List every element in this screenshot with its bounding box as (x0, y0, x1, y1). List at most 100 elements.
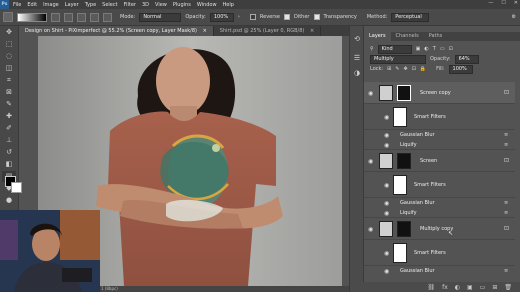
eraser-tool-icon[interactable]: ◧ (2, 159, 16, 170)
adjustment-layer-icon[interactable]: ◐ (455, 284, 460, 291)
layer-screen-copy[interactable]: ◉ Screen copy ⊡ (364, 82, 515, 104)
layer-multiply-copy[interactable]: ◉ Multiply copy ↖ ⊡ (364, 218, 515, 240)
filter-options-icon[interactable]: ≡ (504, 200, 508, 206)
menu-window[interactable]: Window (197, 2, 217, 8)
visibility-eye-icon[interactable]: ◉ (384, 210, 389, 217)
tab-design-on-shirt[interactable]: Design on Shirt - PiXimperfect @ 55.2% (… (19, 26, 214, 36)
dither-checkbox[interactable] (283, 14, 290, 20)
dodge-tool-icon[interactable]: ● (2, 195, 16, 206)
eyedropper-tool-icon[interactable]: ✎ (2, 99, 16, 110)
gradient-picker[interactable] (17, 12, 47, 22)
visibility-eye-icon[interactable]: ◉ (368, 90, 373, 97)
smart-filters-row[interactable]: ◉ Smart Filters (364, 240, 515, 266)
menu-view[interactable]: View (155, 2, 167, 8)
menu-edit[interactable]: Edit (27, 2, 37, 8)
layer-screen[interactable]: ◉ Screen ⊡ (364, 150, 515, 172)
history-brush-tool-icon[interactable]: ↺ (2, 147, 16, 158)
transparency-checkbox[interactable] (313, 14, 320, 20)
angle-gradient-icon[interactable] (77, 12, 86, 22)
healing-brush-tool-icon[interactable]: ✚ (2, 111, 16, 122)
lock-all-icon[interactable]: 🔒 (420, 66, 426, 72)
menu-help[interactable]: Help (223, 2, 234, 8)
opacity-dropdown-icon[interactable]: › (238, 14, 240, 20)
object-select-tool-icon[interactable]: ◫ (2, 63, 16, 74)
visibility-eye-icon[interactable]: ◉ (384, 268, 389, 275)
maximize-button[interactable]: ☐ (501, 0, 505, 6)
visibility-eye-icon[interactable]: ◉ (368, 158, 373, 165)
fill-field[interactable]: 100% (448, 64, 473, 74)
fx-icon[interactable]: fx (442, 284, 448, 291)
marquee-tool-icon[interactable]: ⬚ (2, 39, 16, 50)
gradient-tool-icon[interactable] (3, 12, 13, 22)
menu-3d[interactable]: 3D (142, 2, 149, 8)
lasso-tool-icon[interactable]: ◌ (2, 51, 16, 62)
menu-image[interactable]: Image (43, 2, 59, 8)
lock-pixels-icon[interactable]: ⊞ (387, 66, 391, 72)
visibility-eye-icon[interactable]: ◉ (384, 200, 389, 207)
visibility-eye-icon[interactable]: ◉ (368, 226, 373, 233)
layer-mask-thumbnail[interactable] (397, 153, 411, 169)
pixel-filter-icon[interactable]: ▣ (416, 46, 421, 52)
filter-row-liquify[interactable]: ◉ Liquify ≡ (364, 208, 515, 218)
kind-filter-select[interactable]: Kind (377, 44, 412, 54)
filter-options-icon[interactable]: ≡ (504, 132, 508, 138)
close-window-button[interactable]: ✕ (514, 0, 518, 6)
filter-mask-thumbnail[interactable] (393, 107, 407, 127)
filter-row-gaussian-blur[interactable]: ◉ Gaussian Blur ≡ (364, 198, 515, 208)
filter-row-gaussian-blur[interactable]: ◉ Gaussian Blur ≡ (364, 130, 515, 140)
visibility-eye-icon[interactable]: ◉ (384, 114, 389, 121)
layer-mask-thumbnail[interactable] (397, 85, 411, 101)
filter-mask-thumbnail[interactable] (393, 243, 407, 263)
visibility-eye-icon[interactable]: ◉ (384, 182, 389, 189)
crop-tool-icon[interactable]: ⌗ (2, 75, 16, 86)
linear-gradient-icon[interactable] (51, 12, 60, 22)
menu-plugins[interactable]: Plugins (173, 2, 191, 8)
filter-options-icon[interactable]: ≡ (504, 142, 508, 148)
new-layer-icon[interactable]: ⊞ (492, 284, 497, 291)
reverse-checkbox[interactable] (249, 14, 256, 20)
stamp-tool-icon[interactable]: ⊥ (2, 135, 16, 146)
filter-row-liquify[interactable]: ◉ Liquify ≡ (364, 140, 515, 150)
filter-row-gaussian-blur[interactable]: ◉ Gaussian Blur ≡ (364, 266, 515, 276)
link-layers-icon[interactable]: ⛓ (427, 284, 435, 291)
diamond-gradient-icon[interactable] (103, 12, 112, 22)
menu-filter[interactable]: Filter (124, 2, 136, 8)
tab-layers[interactable]: Layers (364, 32, 391, 41)
reflected-gradient-icon[interactable] (90, 12, 99, 22)
tab-close-icon[interactable]: × (203, 28, 207, 34)
menu-type[interactable]: Type (85, 2, 96, 8)
move-tool-icon[interactable]: ✥ (2, 27, 16, 38)
adjustment-filter-icon[interactable]: ◐ (424, 46, 428, 52)
smart-object-filter-icon[interactable]: ⊡ (449, 46, 453, 52)
visibility-eye-icon[interactable]: ◉ (384, 250, 389, 257)
filter-mask-thumbnail[interactable] (393, 175, 407, 195)
menu-layer[interactable]: Layer (65, 2, 79, 8)
radial-gradient-icon[interactable] (64, 12, 73, 22)
properties-panel-icon[interactable]: ☰ (352, 53, 362, 64)
tab-channels[interactable]: Channels (391, 32, 424, 41)
visibility-eye-icon[interactable]: ◉ (384, 132, 389, 139)
tab-shirt-psd[interactable]: Shirt.psd @ 25% (Layer 0, RGB/8) × (213, 26, 322, 36)
opacity-field[interactable]: 100% (209, 12, 234, 22)
lock-artboard-icon[interactable]: ⊡ (412, 66, 416, 72)
shape-filter-icon[interactable]: ▭ (440, 46, 445, 52)
smart-filters-row[interactable]: ◉ Smart Filters (364, 172, 515, 198)
filter-options-icon[interactable]: ≡ (504, 268, 508, 274)
blend-mode-select[interactable]: Multiply (370, 54, 426, 64)
layer-mask-thumbnail[interactable] (397, 221, 411, 237)
minimize-button[interactable]: — (488, 0, 493, 6)
add-mask-icon[interactable]: ▣ (467, 284, 473, 291)
adjustments-panel-icon[interactable]: ◑ (352, 68, 362, 79)
lock-position-icon[interactable]: ✥ (404, 66, 408, 72)
layer-opacity-field[interactable]: 64% (454, 54, 479, 64)
tab-paths[interactable]: Paths (424, 32, 448, 41)
new-group-icon[interactable]: ▭ (480, 284, 486, 291)
tab-close-icon[interactable]: × (310, 28, 314, 34)
background-color-swatch[interactable] (11, 182, 22, 193)
menu-select[interactable]: Select (102, 2, 117, 8)
smart-filters-row[interactable]: ◉ Smart Filters (364, 104, 515, 130)
visibility-eye-icon[interactable]: ◉ (384, 142, 389, 149)
delete-layer-icon[interactable]: 🗑 (504, 284, 512, 291)
method-select[interactable]: Perceptual (391, 12, 430, 22)
lock-paint-icon[interactable]: ✎ (395, 66, 399, 72)
